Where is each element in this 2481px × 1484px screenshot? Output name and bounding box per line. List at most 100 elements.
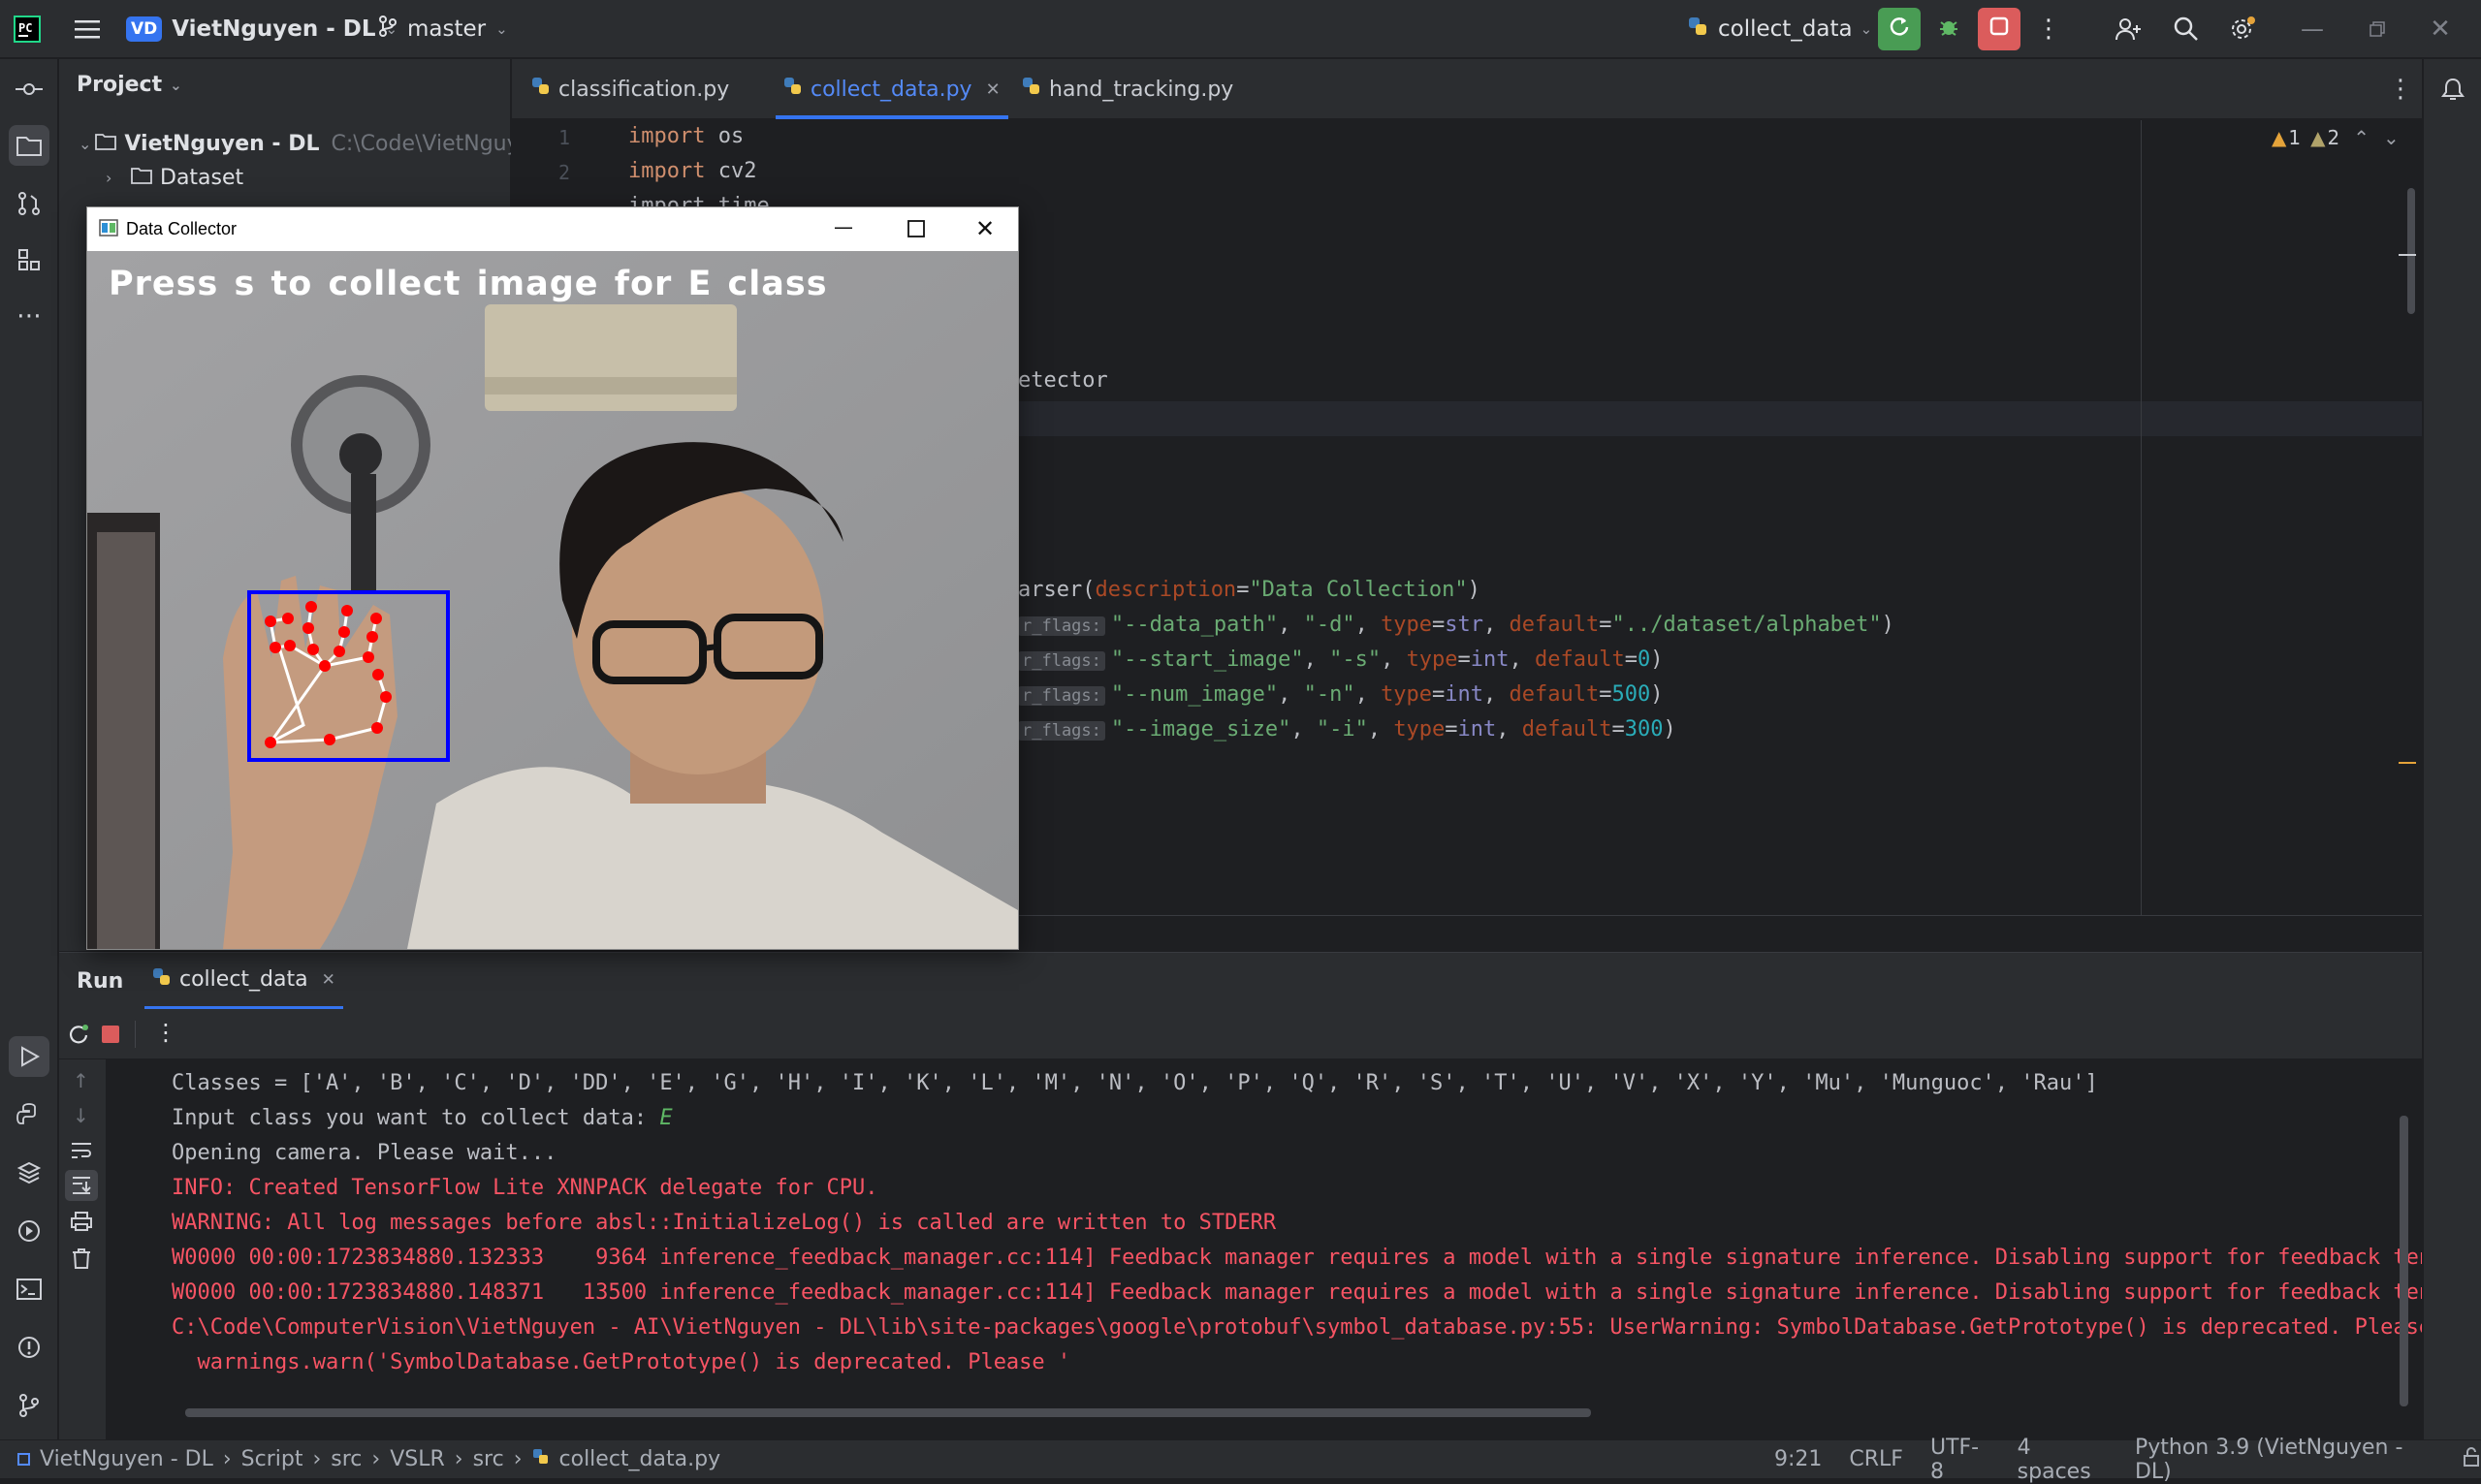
breadcrumb-item[interactable]: src (331, 1447, 362, 1471)
problems-icon[interactable] (9, 1327, 49, 1368)
file-encoding[interactable]: UTF-8 (1930, 1436, 1990, 1484)
commit-icon[interactable] (9, 69, 49, 110)
rerun-icon[interactable] (67, 1023, 90, 1050)
line-separator[interactable]: CRLF (1849, 1447, 1903, 1471)
string-literal: "--start_image" (1110, 647, 1304, 672)
python-console-icon[interactable] (9, 1094, 49, 1135)
stop-button[interactable] (1978, 8, 2020, 50)
rerun-button[interactable] (1878, 8, 1921, 50)
maximize-window-icon[interactable] (907, 220, 925, 241)
line-number: 2 (557, 161, 570, 184)
console-vscrollbar[interactable] (2400, 1116, 2408, 1406)
editor-scrollbar[interactable] (2407, 188, 2415, 314)
chevron-up-icon[interactable]: ⌃ (2353, 126, 2370, 149)
arrow-up-icon[interactable]: ↑ (73, 1069, 89, 1092)
breadcrumb: VietNguyen - DL › Script › src › VSLR › … (17, 1447, 720, 1471)
tab-collect-data[interactable]: collect_data.py ✕ (776, 59, 1008, 119)
arrow-down-icon[interactable]: ↓ (73, 1104, 89, 1127)
more-actions-icon[interactable]: ⋮ (2034, 0, 2063, 58)
editor-tabs-more-icon[interactable]: ⋮ (2388, 59, 2413, 119)
run-toolbar-divider (135, 1021, 136, 1048)
status-widgets: 9:21 CRLF UTF-8 4 spaces Python 3.9 (Vie… (1774, 1436, 2481, 1484)
tree-item-dataset[interactable]: › Dataset (106, 161, 243, 194)
git-icon[interactable] (9, 1385, 49, 1426)
minimize-window-icon[interactable]: — (2293, 0, 2332, 58)
lock-icon[interactable] (2462, 1446, 2481, 1472)
breadcrumb-item[interactable]: VietNguyen - DL (40, 1447, 213, 1471)
trash-icon[interactable] (71, 1247, 92, 1273)
chevron-right-icon: › (312, 1447, 322, 1471)
breadcrumb-item[interactable]: VSLR (390, 1447, 445, 1471)
main-menu-icon[interactable] (68, 0, 107, 58)
folder-icon (95, 132, 117, 156)
terminal-icon[interactable] (9, 1269, 49, 1310)
more-tools-icon[interactable]: ⋯ (9, 296, 49, 336)
minimize-window-icon[interactable]: — (834, 215, 853, 238)
scroll-to-end-icon[interactable] (65, 1170, 98, 1201)
python-file-icon (783, 77, 803, 102)
structure-icon[interactable] (9, 239, 49, 280)
project-selector[interactable]: VD VietNguyen - DL ⌄ (126, 0, 398, 58)
app-window-icon (99, 218, 118, 240)
project-name: VietNguyen - DL (172, 16, 376, 42)
console-user-input: E (659, 1106, 673, 1130)
code-text: = (1236, 578, 1250, 602)
run-tool-icon[interactable] (9, 1036, 49, 1077)
console-hscrollbar[interactable] (185, 1408, 1591, 1417)
inlay-hint: r_flags: (1018, 721, 1105, 741)
more-options-icon[interactable]: ⋮ (154, 1019, 177, 1046)
print-icon[interactable] (71, 1211, 92, 1236)
inspection-widget[interactable]: ▲ 1 ▲ 2 ⌃ ⌄ (2272, 126, 2400, 149)
soft-wrap-icon[interactable] (71, 1141, 92, 1164)
services-icon[interactable] (9, 1211, 49, 1251)
console-prompt: Input class you want to collect data: (172, 1106, 660, 1130)
console-error-line: W0000 00:00:1723834880.148371 13500 infe… (172, 1280, 2422, 1305)
breadcrumb-item[interactable]: src (473, 1447, 504, 1471)
search-icon[interactable] (2167, 0, 2206, 58)
tab-classification[interactable]: classification.py (531, 59, 729, 119)
pycharm-logo-icon[interactable]: PC (14, 0, 41, 58)
python-interpreter[interactable]: Python 3.9 (VietNguyen - DL) (2135, 1436, 2434, 1484)
restore-window-icon[interactable] (2358, 0, 2397, 58)
weak-warning-count: 2 (2327, 126, 2340, 149)
caret-position[interactable]: 9:21 (1774, 1447, 1822, 1471)
run-tab-collect-data[interactable]: collect_data ✕ (144, 953, 343, 1009)
data-collector-titlebar[interactable]: Data Collector — ✕ (87, 207, 1018, 251)
stop-icon[interactable] (102, 1026, 119, 1043)
close-tab-icon[interactable]: ✕ (986, 79, 1001, 100)
run-config-name: collect_data (1718, 16, 1853, 42)
builtin-type: int (1445, 682, 1484, 707)
pull-requests-icon[interactable] (9, 183, 49, 224)
breadcrumb-item[interactable]: collect_data.py (559, 1447, 721, 1471)
builtin-type: str (1445, 613, 1484, 637)
project-root-node[interactable]: ⌄ VietNguyen - DL C:\Code\VietNguyen (79, 127, 511, 160)
project-panel-header[interactable]: Project ⌄ (77, 73, 182, 97)
weak-warning-icon: ▲ (2310, 126, 2326, 149)
python-packages-icon[interactable] (9, 1152, 49, 1193)
breadcrumb-item[interactable]: Script (241, 1447, 303, 1471)
code-line-2: import cv2 (628, 159, 756, 183)
run-config-selector[interactable]: collect_data ⌄ (1687, 0, 1872, 58)
close-tab-icon[interactable]: ✕ (322, 970, 335, 990)
code-line-arg: r_flags: "--data_path", "-d", type=str, d… (1018, 613, 1894, 637)
chevron-down-icon: ⌄ (79, 134, 92, 153)
add-user-icon[interactable] (2109, 0, 2147, 58)
chevron-down-icon[interactable]: ⌄ (2383, 126, 2400, 149)
project-folder-icon[interactable] (9, 125, 49, 166)
branch-selector[interactable]: master ⌄ (378, 0, 508, 58)
code-fragment-detector: etector (1018, 368, 1108, 393)
console-error-line: INFO: Created TensorFlow Lite XNNPACK de… (172, 1176, 878, 1200)
number-literal: 300 (1624, 717, 1664, 742)
indent-setting[interactable]: 4 spaces (2018, 1436, 2108, 1484)
module-name: cv2 (705, 159, 757, 183)
project-root-path: C:\Code\VietNguyen (331, 131, 512, 156)
right-margin-guide (2141, 120, 2142, 915)
notifications-bell-icon[interactable] (2433, 69, 2473, 110)
settings-gear-icon[interactable] (2223, 0, 2262, 58)
tab-hand-tracking[interactable]: hand_tracking.py (1022, 59, 1233, 119)
debug-button[interactable] (1929, 0, 1968, 58)
console-output[interactable]: · · · Classes = ['A', 'B', 'C', 'D', 'DD… (106, 1059, 2422, 1440)
close-window-icon[interactable]: ✕ (975, 215, 995, 242)
title-bar: PC VD VietNguyen - DL ⌄ master ⌄ collect… (0, 0, 2481, 58)
close-window-icon[interactable]: ✕ (2421, 0, 2460, 58)
